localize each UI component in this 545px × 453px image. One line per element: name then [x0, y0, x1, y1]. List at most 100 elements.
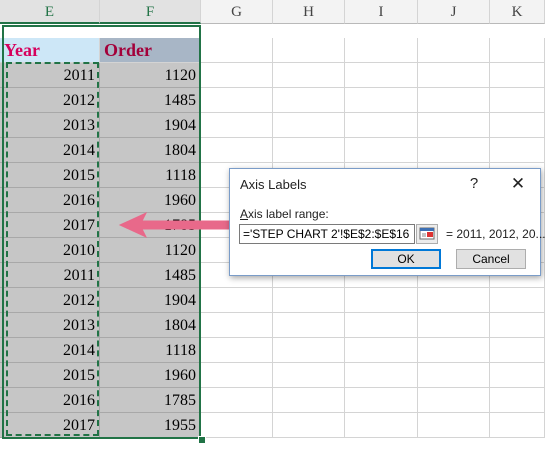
- empty-cell[interactable]: [418, 363, 490, 388]
- empty-cell[interactable]: [490, 88, 545, 113]
- axis-label-range-input[interactable]: ='STEP CHART 2'!$E$2:$E$16: [239, 224, 415, 244]
- empty-cell[interactable]: [418, 88, 490, 113]
- empty-cell[interactable]: [345, 338, 418, 363]
- cancel-button[interactable]: Cancel: [456, 249, 526, 269]
- order-cell[interactable]: 1960: [100, 363, 201, 388]
- empty-cell[interactable]: [201, 338, 273, 363]
- collapse-dialog-button[interactable]: [416, 224, 438, 244]
- empty-cell[interactable]: [418, 113, 490, 138]
- empty-cell[interactable]: [345, 413, 418, 438]
- empty-cell[interactable]: [418, 38, 490, 63]
- year-cell[interactable]: 2012: [0, 88, 100, 113]
- empty-cell[interactable]: [201, 363, 273, 388]
- year-cell[interactable]: 2013: [0, 313, 100, 338]
- year-cell[interactable]: 2016: [0, 388, 100, 413]
- empty-cell[interactable]: [201, 313, 273, 338]
- year-cell[interactable]: 2013: [0, 113, 100, 138]
- empty-cell[interactable]: [490, 338, 545, 363]
- range-preview: = 2011, 2012, 20...: [446, 227, 545, 241]
- year-cell[interactable]: 2011: [0, 63, 100, 88]
- empty-cell[interactable]: [345, 388, 418, 413]
- empty-cell[interactable]: [273, 138, 345, 163]
- ok-button[interactable]: OK: [371, 249, 441, 269]
- empty-cell[interactable]: [273, 63, 345, 88]
- year-cell[interactable]: 2016: [0, 188, 100, 213]
- empty-cell[interactable]: [345, 313, 418, 338]
- column-header-g[interactable]: G: [201, 0, 273, 24]
- empty-cell[interactable]: [201, 413, 273, 438]
- year-cell[interactable]: 2015: [0, 163, 100, 188]
- help-button[interactable]: ?: [462, 173, 486, 195]
- empty-cell[interactable]: [201, 138, 273, 163]
- empty-cell[interactable]: [490, 63, 545, 88]
- empty-cell[interactable]: [345, 88, 418, 113]
- empty-cell[interactable]: [418, 388, 490, 413]
- empty-cell[interactable]: [273, 88, 345, 113]
- column-header-f[interactable]: F: [100, 0, 201, 24]
- empty-cell[interactable]: [490, 113, 545, 138]
- empty-cell[interactable]: [345, 363, 418, 388]
- order-header-cell[interactable]: Order: [100, 38, 201, 63]
- year-header-cell[interactable]: Year: [0, 38, 100, 63]
- order-cell[interactable]: 1120: [100, 63, 201, 88]
- empty-cell[interactable]: [201, 288, 273, 313]
- empty-cell[interactable]: [418, 313, 490, 338]
- column-header-j[interactable]: J: [418, 0, 490, 24]
- empty-cell[interactable]: [273, 363, 345, 388]
- empty-cell[interactable]: [490, 363, 545, 388]
- empty-cell[interactable]: [418, 338, 490, 363]
- empty-cell[interactable]: [273, 113, 345, 138]
- order-cell[interactable]: 1955: [100, 413, 201, 438]
- order-cell[interactable]: 1804: [100, 313, 201, 338]
- order-cell[interactable]: 1904: [100, 113, 201, 138]
- order-cell[interactable]: 1904: [100, 288, 201, 313]
- empty-cell[interactable]: [273, 38, 345, 63]
- column-header-h[interactable]: H: [273, 0, 345, 24]
- empty-cell[interactable]: [345, 138, 418, 163]
- empty-cell[interactable]: [345, 63, 418, 88]
- empty-cell[interactable]: [273, 288, 345, 313]
- order-cell[interactable]: 1485: [100, 263, 201, 288]
- empty-cell[interactable]: [201, 388, 273, 413]
- order-cell[interactable]: 1118: [100, 163, 201, 188]
- empty-cell[interactable]: [490, 288, 545, 313]
- year-cell[interactable]: 2017: [0, 413, 100, 438]
- empty-cell[interactable]: [418, 138, 490, 163]
- column-header-k[interactable]: K: [490, 0, 545, 24]
- column-header-i[interactable]: I: [345, 0, 418, 24]
- order-cell[interactable]: 1804: [100, 138, 201, 163]
- empty-cell[interactable]: [273, 313, 345, 338]
- empty-cell[interactable]: [418, 413, 490, 438]
- empty-cell[interactable]: [273, 388, 345, 413]
- empty-cell[interactable]: [345, 288, 418, 313]
- empty-cell[interactable]: [418, 63, 490, 88]
- year-cell[interactable]: 2014: [0, 138, 100, 163]
- empty-cell[interactable]: [201, 38, 273, 63]
- empty-cell[interactable]: [201, 88, 273, 113]
- empty-cell[interactable]: [490, 413, 545, 438]
- fill-handle[interactable]: [198, 436, 206, 444]
- empty-cell[interactable]: [490, 138, 545, 163]
- column-header-e[interactable]: E: [0, 0, 100, 24]
- empty-cell[interactable]: [201, 113, 273, 138]
- empty-cell[interactable]: [418, 288, 490, 313]
- year-cell[interactable]: 2014: [0, 338, 100, 363]
- empty-cell[interactable]: [273, 413, 345, 438]
- table-row: 2012 1485: [0, 88, 545, 113]
- year-cell[interactable]: 2017: [0, 213, 100, 238]
- empty-cell[interactable]: [345, 113, 418, 138]
- order-cell[interactable]: 1785: [100, 388, 201, 413]
- empty-cell[interactable]: [490, 38, 545, 63]
- empty-cell[interactable]: [273, 338, 345, 363]
- empty-cell[interactable]: [201, 63, 273, 88]
- year-cell[interactable]: 2011: [0, 263, 100, 288]
- order-cell[interactable]: 1485: [100, 88, 201, 113]
- empty-cell[interactable]: [490, 388, 545, 413]
- year-cell[interactable]: 2010: [0, 238, 100, 263]
- empty-cell[interactable]: [490, 313, 545, 338]
- empty-cell[interactable]: [345, 38, 418, 63]
- order-cell[interactable]: 1118: [100, 338, 201, 363]
- close-button[interactable]: ✕: [504, 173, 532, 195]
- year-cell[interactable]: 2015: [0, 363, 100, 388]
- year-cell[interactable]: 2012: [0, 288, 100, 313]
